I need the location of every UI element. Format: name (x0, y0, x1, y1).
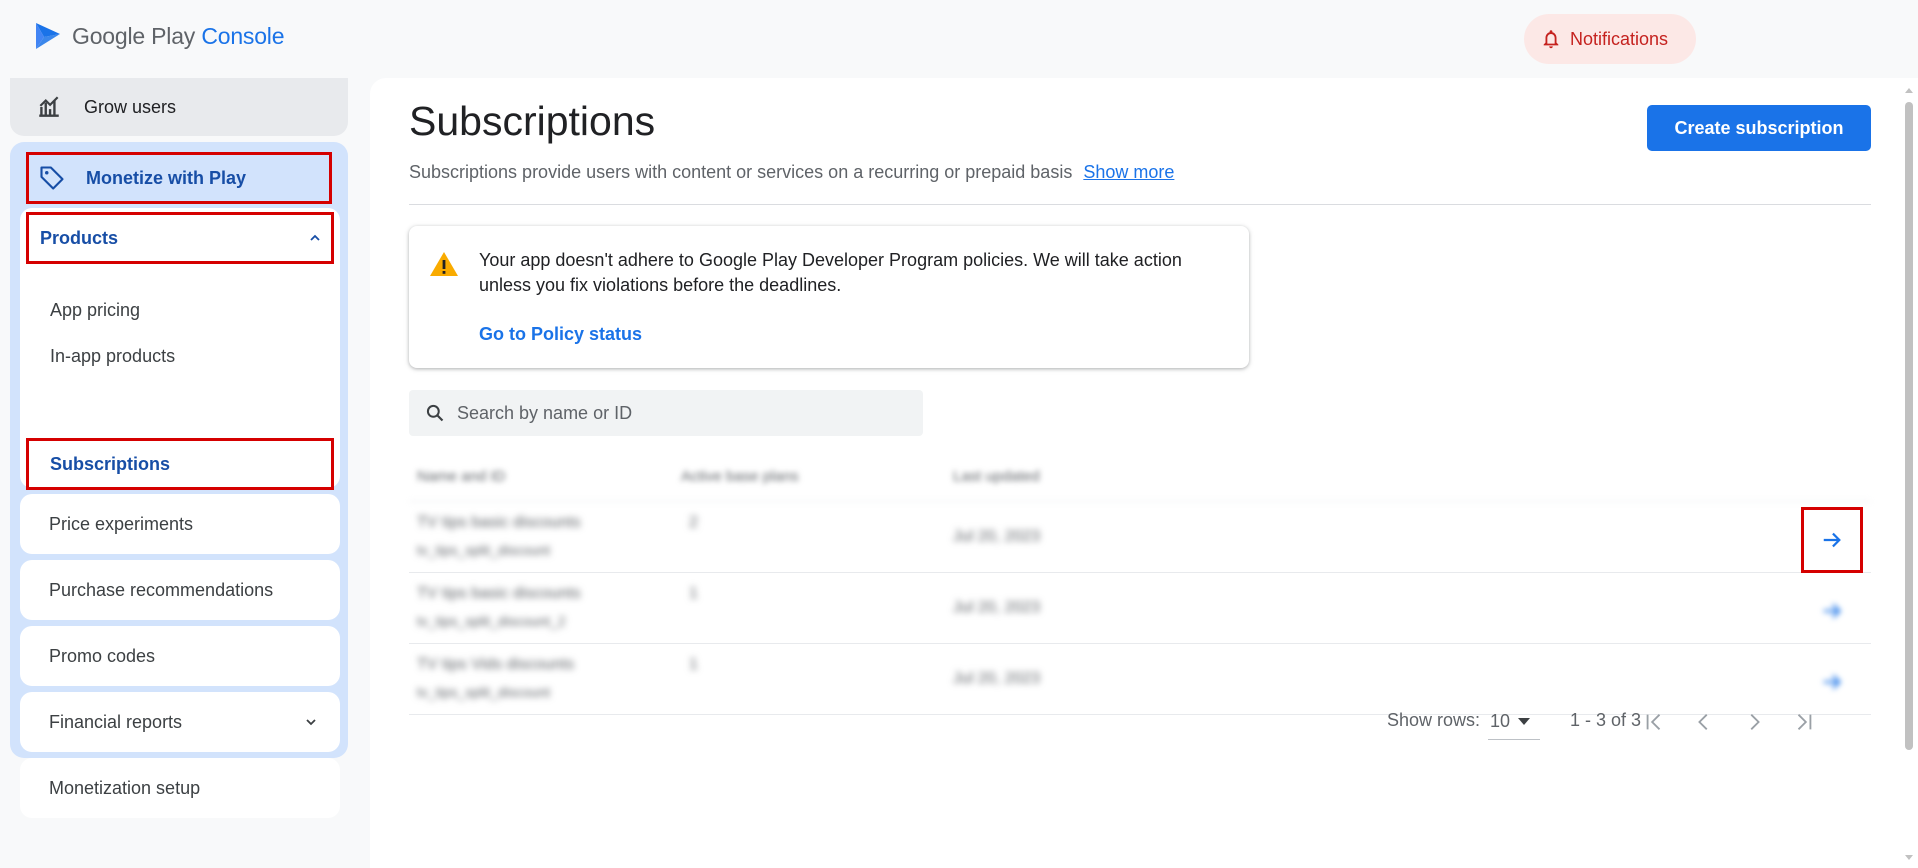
price-experiments-label: Price experiments (49, 513, 194, 534)
chevron-left-icon (1698, 714, 1708, 730)
search-box[interactable] (409, 390, 923, 436)
column-header-name[interactable]: Name and ID (417, 468, 505, 485)
table-row[interactable]: TV tips basic discounts tv_tips_split_di… (409, 502, 1871, 573)
page-subtitle: Subscriptions provide users with content… (409, 162, 1174, 183)
sidebar-item-purchase-recommendations[interactable]: Purchase recommendations (20, 560, 340, 620)
sidebar: Grow users Monetize with Play Products A… (0, 78, 360, 868)
scrollbar-thumb[interactable] (1905, 102, 1913, 750)
search-input[interactable] (457, 402, 897, 424)
subscriptions-label: Subscriptions (50, 453, 171, 474)
sidebar-item-subscriptions[interactable]: Subscriptions (26, 438, 334, 490)
logo-console-text: Console (201, 22, 285, 49)
search-icon (426, 404, 444, 422)
header-divider (409, 204, 1871, 205)
monetize-section: Monetize with Play Products App pricing … (10, 142, 348, 818)
sidebar-item-promo-codes[interactable]: Promo codes (20, 626, 340, 686)
open-subscription-button[interactable] (1801, 578, 1863, 644)
previous-page-button[interactable] (1684, 702, 1724, 742)
arrow-right-icon (1823, 532, 1841, 548)
grow-users-label: Grow users (84, 96, 177, 117)
column-header-plans[interactable]: Active base plans (681, 468, 799, 485)
products-panel: Products App pricing In-app products Sub… (20, 208, 340, 490)
monetization-setup-label: Monetization setup (49, 777, 201, 798)
create-subscription-button[interactable]: Create subscription (1647, 105, 1871, 151)
chevron-right-icon (1750, 714, 1760, 730)
arrow-right-icon (1823, 674, 1841, 690)
financial-reports-label: Financial reports (49, 711, 183, 732)
main-scrollbar[interactable] (1900, 78, 1918, 868)
show-rows-label: Show rows: (1387, 710, 1481, 730)
row-updated: Jul 20, 2023 (953, 670, 1041, 687)
column-header-updated[interactable]: Last updated (953, 468, 1040, 485)
row-plans: 1 (689, 656, 698, 673)
row-plans: 2 (689, 514, 698, 531)
row-id: tv_tips_split_discount (417, 542, 551, 558)
chevron-down-icon (306, 719, 316, 726)
bell-icon (1543, 30, 1559, 49)
row-updated: Jul 20, 2023 (953, 528, 1041, 545)
arrow-right-icon (1823, 603, 1841, 619)
sidebar-item-products[interactable]: Products (26, 212, 334, 264)
next-page-button[interactable] (1734, 702, 1774, 742)
page-title: Subscriptions (409, 98, 656, 144)
open-subscription-button[interactable] (1801, 507, 1863, 573)
notifications-button[interactable]: Notifications (1524, 14, 1696, 64)
show-more-link[interactable]: Show more (1083, 162, 1174, 182)
table-pagination: Show rows: 10 1 - 3 of 3 (370, 698, 1871, 748)
row-name: TV tips Vids discounts (417, 656, 575, 673)
row-plans: 1 (689, 585, 698, 602)
alert-message: Your app doesn't adhere to Google Play D… (479, 250, 1182, 295)
rows-per-page-value: 10 (1490, 711, 1511, 731)
row-id: tv_tips_split_discount_2 (417, 613, 566, 629)
notifications-label: Notifications (1570, 28, 1669, 49)
sidebar-item-app-pricing[interactable]: App pricing (50, 292, 140, 328)
first-page-button[interactable] (1634, 702, 1674, 742)
main-content: Subscriptions Subscriptions provide user… (370, 78, 1900, 868)
monetize-with-play-label: Monetize with Play (86, 167, 247, 188)
last-page-button[interactable] (1784, 702, 1824, 742)
pagination-range: 1 - 3 of 3 (1570, 710, 1642, 730)
policy-alert-card: Your app doesn't adhere to Google Play D… (409, 226, 1249, 368)
scroll-up-arrow-icon (1905, 88, 1913, 93)
sidebar-item-monetize-with-play[interactable]: Monetize with Play (26, 152, 332, 204)
sidebar-item-grow-users[interactable]: Grow users (10, 78, 348, 136)
grow-chart-icon (39, 96, 59, 117)
logo-google-play-text: Google Play (72, 22, 196, 49)
sidebar-item-monetization-setup[interactable]: Monetization setup (20, 758, 340, 818)
first-page-icon (1646, 714, 1661, 730)
row-name: TV tips basic discounts (417, 514, 581, 531)
play-console-logo-icon (36, 23, 60, 49)
promo-codes-label: Promo codes (49, 645, 156, 666)
sidebar-item-price-experiments[interactable]: Price experiments (20, 494, 340, 554)
purchase-recommendations-label: Purchase recommendations (49, 579, 274, 600)
sidebar-item-financial-reports[interactable]: Financial reports (20, 692, 340, 752)
subscriptions-table: Name and ID Active base plans Last updat… (409, 450, 1871, 715)
chevron-up-icon (310, 234, 320, 241)
table-header: Name and ID Active base plans Last updat… (409, 450, 1871, 502)
row-updated: Jul 20, 2023 (953, 599, 1041, 616)
rows-per-page-select[interactable]: 10 (1488, 704, 1540, 740)
table-row[interactable]: TV tips basic discounts tv_tips_split_di… (409, 573, 1871, 644)
sidebar-item-in-app-products[interactable]: In-app products (50, 338, 175, 374)
row-name: TV tips basic discounts (417, 585, 581, 602)
dropdown-arrow-icon (1518, 717, 1531, 725)
tag-icon (40, 166, 64, 190)
scroll-down-arrow-icon (1905, 855, 1913, 860)
products-label: Products (40, 227, 119, 248)
subtitle-text: Subscriptions provide users with content… (409, 162, 1073, 182)
google-play-console-logo[interactable]: Google Play Console (34, 20, 285, 52)
last-page-icon (1797, 714, 1812, 730)
top-bar: Google Play Console Notifications (0, 0, 1918, 78)
warning-icon (430, 252, 458, 276)
go-to-policy-status-link[interactable]: Go to Policy status (479, 324, 642, 345)
